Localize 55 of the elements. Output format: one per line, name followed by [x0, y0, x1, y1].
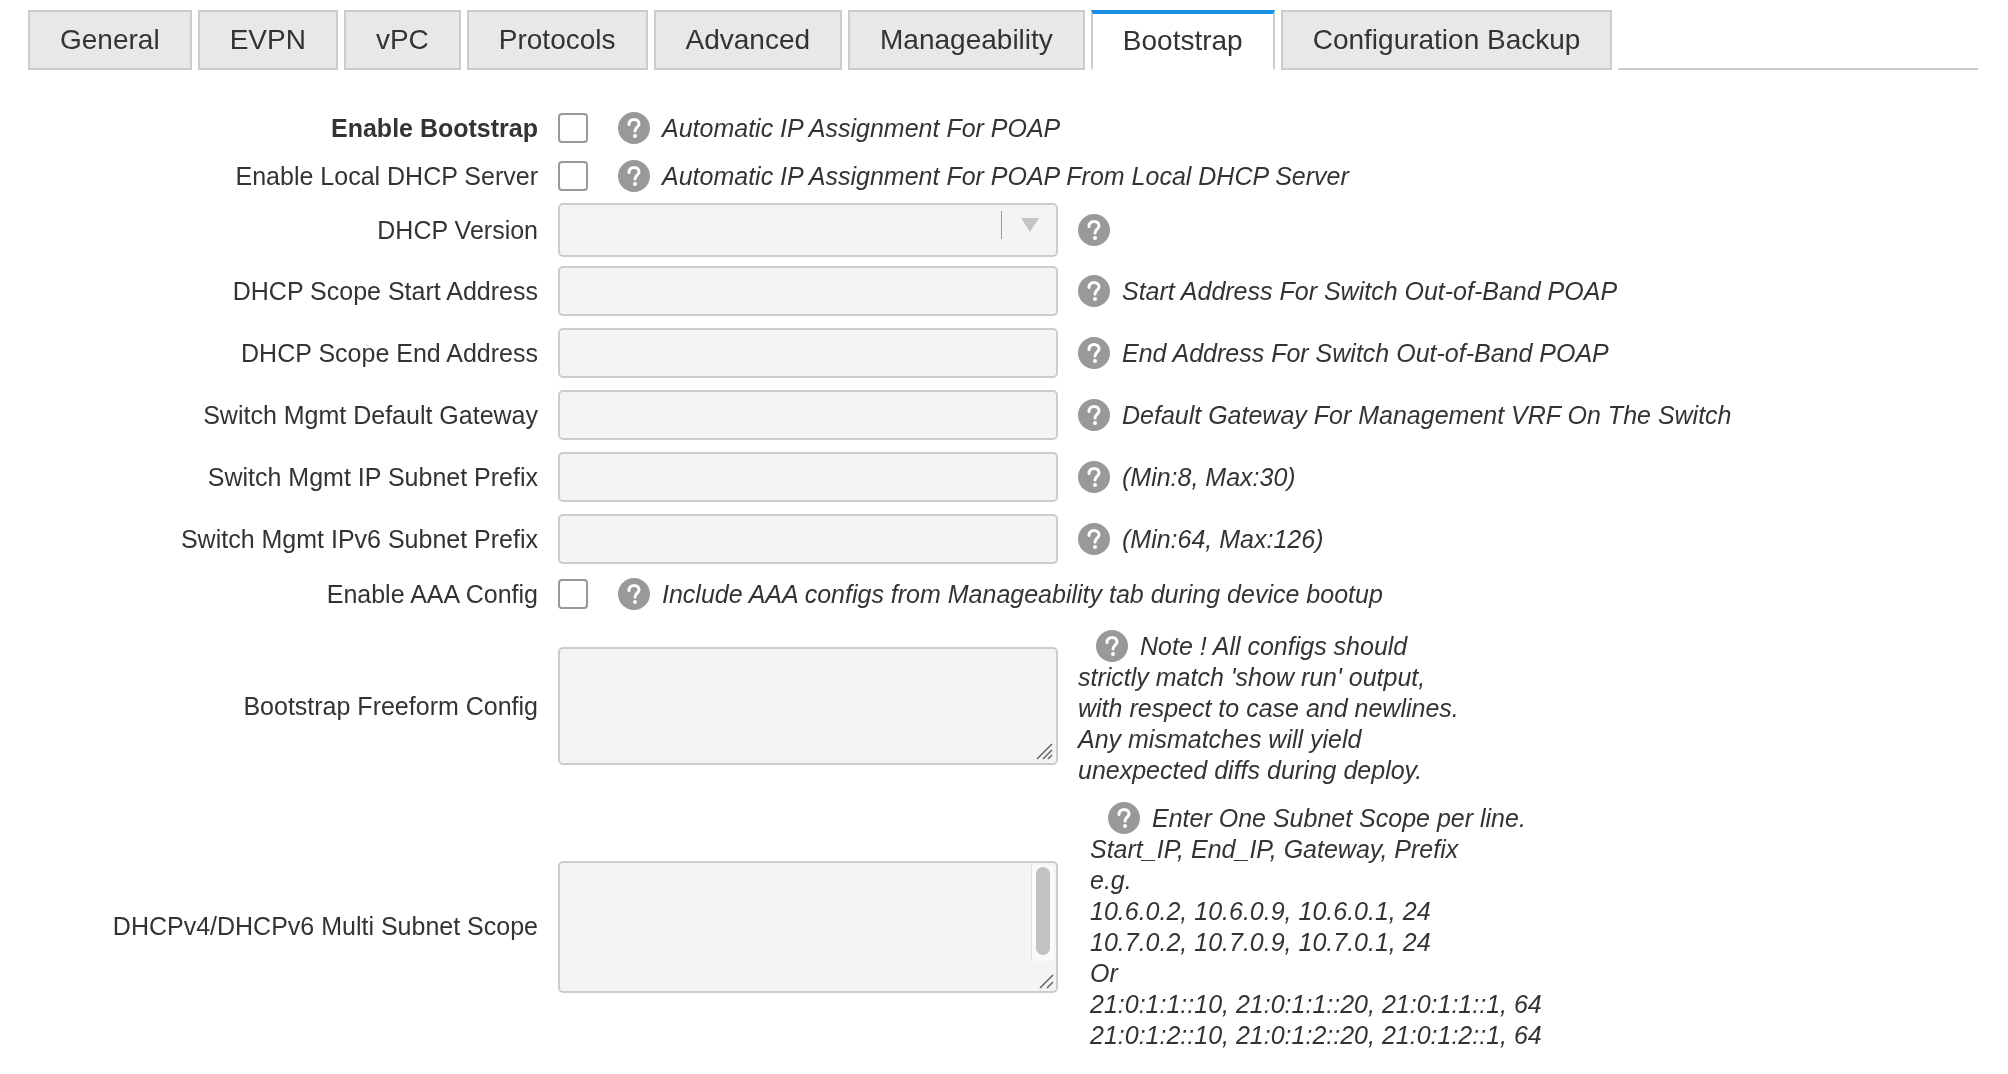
help-text: Automatic IP Assignment For POAP — [662, 113, 1061, 143]
help-text: Automatic IP Assignment For POAP From Local DHCP Server — [662, 161, 1349, 191]
help-text: strictly match 'show run' output, with respect to case and newlines. Any mismatches will yield unexpected diffs during deploy. — [1078, 662, 1460, 786]
text-area[interactable] — [558, 860, 1058, 993]
tab[interactable]: vPC — [343, 10, 461, 70]
field-label: Enable Bootstrap — [330, 113, 538, 143]
field-label: Switch Mgmt IP Subnet Prefix — [206, 462, 538, 492]
field-label: DHCP Scope End Address — [240, 338, 538, 368]
help-text: Enter One Subnet Scope per line. — [1152, 802, 1526, 834]
dropdown-field[interactable] — [558, 203, 1058, 257]
tab[interactable]: Bootstrap — [1090, 10, 1275, 70]
help-text: Start Address For Switch Out-of-Band POAP — [1122, 276, 1618, 306]
help-icon[interactable] — [1078, 214, 1110, 246]
help-icon[interactable] — [1078, 399, 1110, 431]
field-label: DHCPv4/DHCPv6 Multi Subnet Scope — [111, 912, 538, 941]
help-text: (Min:64, Max:126) — [1122, 524, 1324, 554]
help-icon[interactable] — [1078, 337, 1110, 369]
field-label: Enable AAA Config — [325, 579, 538, 609]
caret-icon — [1020, 217, 1040, 233]
help-icon[interactable] — [1078, 461, 1110, 493]
text-area[interactable] — [558, 647, 1058, 765]
help-icon[interactable] — [618, 578, 650, 610]
tab[interactable]: EVPN — [197, 10, 338, 70]
help-text: Start_IP, End_IP, Gateway, Prefix e.g. 10.6.0.2, 10.6.0.9, 10.6.0.1, 24 10.7.0.2, 10.7.0.9, 10.7.0.1, 24 Or 21:0:1:1::10, 21:0:1:1::20, 21:0:1:1::1, 64 21:0:1:2::10, 21:0:1:2::20, 21:0:1:2::1, 64 — [1090, 834, 1543, 1051]
field-label: Bootstrap Freeform Config — [242, 691, 538, 721]
scrollbar[interactable] — [1031, 864, 1054, 961]
help-icon[interactable] — [618, 160, 650, 192]
help-icon[interactable] — [1096, 630, 1128, 662]
input-field[interactable] — [558, 328, 1058, 378]
help-text: Include AAA configs from Manageability tab during device bootup — [662, 579, 1383, 609]
help-icon[interactable] — [618, 112, 650, 144]
tab[interactable]: Manageability — [848, 10, 1085, 70]
field-label: Switch Mgmt IPv6 Subnet Prefix — [179, 524, 538, 554]
field-label: Enable Local DHCP Server — [234, 161, 538, 191]
help-text: Note ! All configs should — [1140, 630, 1408, 662]
help-text: Default Gateway For Management VRF On The Switch — [1122, 400, 1732, 430]
checkbox[interactable] — [558, 113, 588, 143]
help-icon[interactable] — [1078, 523, 1110, 555]
help-icon[interactable] — [1078, 275, 1110, 307]
input-field[interactable] — [558, 514, 1058, 564]
help-text: End Address For Switch Out-of-Band POAP — [1122, 338, 1609, 368]
checkbox[interactable] — [558, 579, 588, 609]
tab[interactable]: Protocols — [466, 10, 648, 70]
field-label: DHCP Scope Start Address — [231, 276, 538, 306]
field-label: Switch Mgmt Default Gateway — [202, 400, 538, 430]
input-field[interactable] — [558, 266, 1058, 316]
checkbox[interactable] — [558, 161, 588, 191]
help-text: (Min:8, Max:30) — [1122, 462, 1296, 492]
input-field[interactable] — [558, 390, 1058, 440]
input-field[interactable] — [558, 452, 1058, 502]
tab[interactable]: Configuration Backup — [1280, 10, 1613, 70]
tab[interactable]: Advanced — [653, 10, 843, 70]
tab[interactable]: General — [28, 10, 192, 70]
help-icon[interactable] — [1108, 802, 1140, 834]
field-label: DHCP Version — [376, 215, 538, 245]
